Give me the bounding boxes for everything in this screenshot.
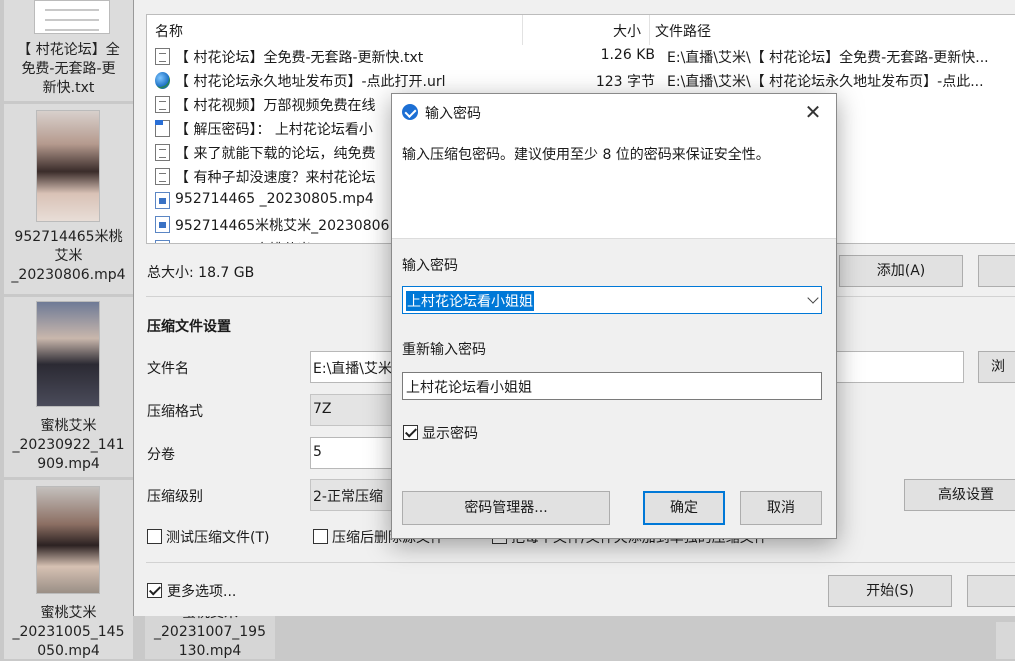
file-size: 123 字节 xyxy=(595,74,655,90)
password-value: 上村花论坛看小姐姐 xyxy=(406,291,534,311)
dialog-hint-area: 输入压缩包密码。建议使用至少 8 位的密码来保证安全性。 xyxy=(392,130,836,238)
level-select[interactable]: 2-正常压缩 xyxy=(310,479,400,511)
cancel-button[interactable]: 取消 xyxy=(740,491,822,525)
shield-check-icon xyxy=(402,104,418,120)
file-tile-label: 蜜桃艾米 _20230922_141 909.mp4 xyxy=(12,418,125,472)
extra-button[interactable] xyxy=(978,255,1015,287)
file-path: E:\直播\艾米\【 村花论坛】全免费-无套路-更新快... xyxy=(667,50,989,66)
format-label: 压缩格式 xyxy=(147,404,203,420)
globe-url-icon xyxy=(155,72,170,89)
more-options-checkbox[interactable] xyxy=(147,583,162,598)
column-name[interactable]: 名称 xyxy=(155,21,183,41)
mp4-file-icon xyxy=(155,216,170,233)
txt-file-icon xyxy=(155,168,170,185)
txt-file-icon xyxy=(155,96,170,113)
dialog-titlebar[interactable]: 输入密码 ✕ xyxy=(392,94,836,130)
cancel-compress-button[interactable] xyxy=(967,575,1015,607)
dialog-hint: 输入压缩包密码。建议使用至少 8 位的密码来保证安全性。 xyxy=(402,147,770,163)
txt-file-icon xyxy=(155,144,170,161)
settings-title: 压缩文件设置 xyxy=(147,319,231,335)
level-label: 压缩级别 xyxy=(147,489,203,505)
file-tile[interactable]: 952714465米桃 艾米 _20230806.mp4 xyxy=(4,104,133,294)
file-tile[interactable]: 蜜桃艾米 _20231005_145 050.mp4 xyxy=(4,480,133,659)
volume-label: 分卷 xyxy=(147,447,175,463)
chevron-down-icon[interactable] xyxy=(807,292,819,304)
file-name: 【 解压密码】： 上村花论坛看小 xyxy=(175,122,373,138)
password-input[interactable]: 上村花论坛看小姐姐 xyxy=(402,286,822,314)
file-tile-label: 952714465米桃 艾米 _20230806.mp4 xyxy=(11,229,126,283)
scroll-down-arrow[interactable] xyxy=(996,622,1015,659)
video-thumbnail xyxy=(36,486,100,594)
confirm-label: 重新输入密码 xyxy=(402,342,486,358)
file-name: 【 有种子却没速度？来村花论坛 xyxy=(175,170,376,186)
file-row[interactable]: 【 村花论坛】全免费-无套路-更新快.txt 1.26 KB E:\直播\艾米\【 … xyxy=(147,45,1015,69)
volume-field[interactable]: 5 xyxy=(310,437,400,469)
password-manager-button[interactable]: 密码管理器... xyxy=(402,491,610,525)
file-name: 【 村花论坛永久地址发布页】-点此打开.url xyxy=(175,74,446,90)
browse-button[interactable]: 浏 xyxy=(978,351,1015,383)
file-name: 952714465 _20230805.mp4 xyxy=(175,191,374,207)
advanced-settings-button[interactable]: 高级设置 xyxy=(904,479,1015,511)
file-tile-label: 【 村花论坛】全 免费-无套路-更 新快.txt xyxy=(17,42,120,96)
close-icon[interactable]: ✕ xyxy=(800,100,826,124)
delete-after-checkbox[interactable] xyxy=(313,529,328,544)
mp4-file-icon xyxy=(155,192,170,209)
more-options-label[interactable]: 更多选项... xyxy=(167,581,236,601)
total-size: 总大小: 18.7 GB xyxy=(147,265,255,281)
file-name: 【 村花视频】万部视频免费在线 xyxy=(175,98,376,114)
password-dialog: 输入密码 ✕ 输入压缩包密码。建议使用至少 8 位的密码来保证安全性。 输入密码… xyxy=(391,93,837,539)
format-select[interactable]: 7Z xyxy=(310,394,400,426)
password-label: 输入密码 xyxy=(402,258,458,274)
add-button[interactable]: 添加(A) xyxy=(839,255,963,287)
show-password-checkbox[interactable] xyxy=(403,425,418,440)
file-row[interactable]: 【 村花论坛永久地址发布页】-点此打开.url 123 字节 E:\直播\艾米\【 … xyxy=(147,69,1015,93)
file-name: 【 来了就能下载的论坛，纯免费 xyxy=(175,146,376,162)
column-path[interactable]: 文件路径 xyxy=(655,21,711,41)
doc-file-icon xyxy=(155,120,170,137)
file-name: 952714465蜜桃艾米_20230900 xyxy=(175,239,389,243)
file-size: 1.26 KB xyxy=(600,47,655,63)
test-archive-checkbox[interactable] xyxy=(147,529,162,544)
file-path: E:\直播\艾米\【 村花论坛永久地址发布页】-点此... xyxy=(667,74,984,90)
dialog-title: 输入密码 xyxy=(425,106,481,122)
file-tile-label: 蜜桃艾米 _20231005_145 050.mp4 xyxy=(12,605,125,659)
file-name: 【 村花论坛】全免费-无套路-更新快.txt xyxy=(175,50,424,66)
show-password-label[interactable]: 显示密码 xyxy=(422,423,478,443)
txt-thumbnail xyxy=(34,0,110,34)
ok-button[interactable]: 确定 xyxy=(643,491,725,525)
file-tile[interactable]: 蜜桃艾米 _20230922_141 909.mp4 xyxy=(4,297,133,477)
test-archive-label[interactable]: 测试压缩文件(T) xyxy=(166,527,269,547)
file-tile[interactable]: 【 村花论坛】全 免费-无套路-更 新快.txt xyxy=(4,0,133,101)
mp4-file-icon xyxy=(155,240,170,243)
filename-label: 文件名 xyxy=(147,361,189,377)
txt-file-icon xyxy=(155,48,170,65)
confirm-password-input[interactable]: 上村花论坛看小姐姐 xyxy=(402,372,822,400)
video-thumbnail xyxy=(36,301,100,407)
confirm-password-value: 上村花论坛看小姐姐 xyxy=(406,380,532,396)
video-thumbnail xyxy=(36,110,100,222)
column-size[interactable]: 大小 xyxy=(613,21,641,41)
start-button[interactable]: 开始(S) xyxy=(828,575,952,607)
file-list-header: 名称 大小 文件路径 xyxy=(147,15,1015,45)
file-name: 952714465米桃艾米_20230806 xyxy=(175,218,390,234)
